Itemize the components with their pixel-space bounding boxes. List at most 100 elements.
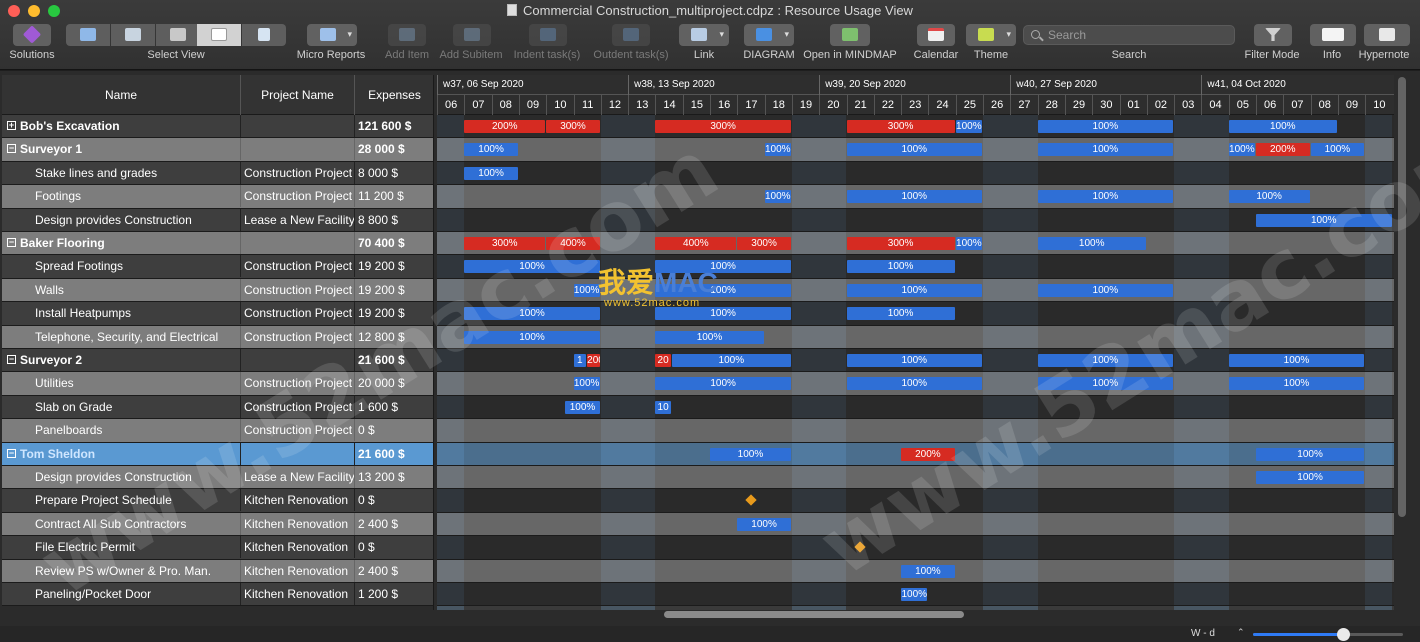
- overallocation-bar[interactable]: 200%: [464, 120, 546, 133]
- row-project-cell[interactable]: [241, 138, 355, 161]
- allocation-bar[interactable]: 100%: [1037, 237, 1146, 250]
- resource-row[interactable]: Surveyor 1− 28 000 $: [2, 138, 433, 162]
- micro-reports-button[interactable]: ▾: [307, 24, 357, 46]
- allocation-bar[interactable]: 100%: [1228, 377, 1365, 391]
- task-row[interactable]: File Electric Permit Kitchen Renovation 0 …: [2, 536, 433, 560]
- add-subitem-button[interactable]: [453, 24, 491, 46]
- row-project-cell[interactable]: Lease a New Facility: [241, 466, 355, 488]
- view-report-button[interactable]: [242, 24, 286, 46]
- zoom-slider-knob[interactable]: [1337, 628, 1350, 641]
- allocation-bar[interactable]: 100%: [1256, 213, 1392, 227]
- allocation-bar[interactable]: 100%: [464, 143, 518, 157]
- task-row[interactable]: Panelboards Construction Project 0 $: [2, 419, 433, 443]
- row-project-cell[interactable]: Construction Project: [241, 372, 355, 395]
- allocation-bar[interactable]: 100%: [846, 260, 955, 274]
- collapse-icon[interactable]: −: [7, 238, 16, 247]
- row-expenses-cell[interactable]: 0 $: [355, 536, 433, 558]
- row-name-cell[interactable]: File Electric Permit: [2, 536, 241, 559]
- row-name-cell[interactable]: Bob's Excavation: [2, 115, 241, 137]
- allocation-bar[interactable]: 100%: [464, 307, 600, 321]
- row-name-cell[interactable]: Design provides Construction: [2, 466, 241, 488]
- collapse-icon[interactable]: −: [7, 448, 16, 458]
- diagram-button[interactable]: ▾: [744, 24, 794, 46]
- allocation-bar[interactable]: 1: [573, 354, 587, 367]
- allocation-bar[interactable]: 100%: [955, 237, 982, 250]
- allocation-bar[interactable]: 100%: [846, 377, 982, 391]
- allocation-bar[interactable]: 100%: [655, 283, 791, 297]
- allocation-bar[interactable]: 100%: [901, 588, 928, 601]
- indent-button[interactable]: [529, 24, 567, 46]
- row-name-cell[interactable]: Stake lines and grades: [2, 161, 241, 184]
- task-row[interactable]: Design provides Construction Lease a New …: [2, 466, 433, 490]
- row-expenses-cell[interactable]: 21 600 $: [355, 443, 433, 465]
- resource-row[interactable]: Tom Sheldon − 21 600 $: [2, 442, 433, 466]
- row-expenses-cell[interactable]: 13 200 $: [355, 466, 433, 488]
- row-project-cell[interactable]: Construction Project: [241, 278, 355, 301]
- overallocation-bar[interactable]: 200%: [901, 447, 955, 461]
- row-name-cell[interactable]: Design provides Construction: [2, 208, 241, 231]
- column-header-name[interactable]: Name: [2, 75, 241, 115]
- resource-row[interactable]: Bob's Excavation +121 600 $: [2, 115, 433, 139]
- view-gantt-button[interactable]: [66, 24, 110, 46]
- task-row[interactable]: Contract All Sub Contractors Kitchen Reno…: [2, 512, 433, 537]
- row-project-cell[interactable]: [241, 232, 355, 254]
- allocation-bar[interactable]: 100%: [655, 330, 764, 344]
- milestone-marker[interactable]: [745, 494, 757, 507]
- overallocation-bar[interactable]: 300%: [737, 237, 791, 250]
- row-expenses-cell[interactable]: 1 200 $: [355, 583, 433, 605]
- allocation-bar[interactable]: 100%: [655, 377, 791, 391]
- allocation-bar[interactable]: 100%: [846, 307, 955, 321]
- solutions-button[interactable]: [13, 24, 51, 46]
- allocation-bar[interactable]: 100%: [573, 283, 600, 297]
- allocation-bar[interactable]: 100%: [1228, 190, 1310, 204]
- allocation-bar[interactable]: 100%: [671, 354, 791, 367]
- row-name-cell[interactable]: Panelboards: [2, 419, 241, 442]
- filter-mode-button[interactable]: [1254, 24, 1292, 46]
- allocation-bar[interactable]: 100%: [710, 447, 791, 461]
- row-expenses-cell[interactable]: 20 000 $: [355, 372, 433, 394]
- row-project-cell[interactable]: Construction Project: [241, 325, 355, 348]
- view-outline-button[interactable]: [111, 24, 155, 46]
- theme-button[interactable]: ▾: [966, 24, 1016, 46]
- allocation-bar[interactable]: 100%: [846, 190, 982, 204]
- allocation-bar[interactable]: 100%: [464, 166, 518, 180]
- row-name-cell[interactable]: Surveyor 2: [2, 349, 241, 371]
- search-input[interactable]: [1048, 27, 1228, 43]
- calendar-button[interactable]: [917, 24, 955, 46]
- allocation-bar[interactable]: 100%: [737, 517, 791, 531]
- allocation-bar[interactable]: 100%: [1037, 283, 1174, 297]
- row-project-cell[interactable]: Kitchen Renovation: [241, 536, 355, 559]
- allocation-bar[interactable]: 100%: [846, 283, 982, 297]
- open-mindmap-button[interactable]: [830, 24, 870, 46]
- task-row[interactable]: Footings Construction Project 11 200 $: [2, 185, 433, 209]
- allocation-bar[interactable]: 10: [655, 400, 671, 414]
- task-row[interactable]: Design provides Construction Lease a New …: [2, 208, 433, 232]
- allocation-bar[interactable]: 100%: [846, 143, 982, 157]
- row-project-cell[interactable]: [241, 442, 355, 465]
- allocation-bar[interactable]: 100%: [1256, 471, 1365, 484]
- row-name-cell[interactable]: Baker Flooring: [2, 232, 241, 254]
- row-expenses-cell[interactable]: 12 800 $: [355, 326, 433, 348]
- row-project-cell[interactable]: Construction Project: [241, 419, 355, 442]
- allocation-bar[interactable]: 100%: [846, 354, 982, 367]
- allocation-bar[interactable]: 100%: [464, 330, 600, 344]
- row-expenses-cell[interactable]: 11 200 $: [355, 185, 433, 207]
- resource-row[interactable]: Surveyor 2− 21 600 $: [2, 349, 433, 373]
- allocation-bar[interactable]: 100%: [1228, 354, 1365, 367]
- row-project-cell[interactable]: Kitchen Renovation: [241, 489, 355, 512]
- row-name-cell[interactable]: Slab on Grade: [2, 395, 241, 418]
- row-project-cell[interactable]: Construction Project: [241, 255, 355, 278]
- allocation-bar[interactable]: 100%: [1228, 120, 1337, 133]
- allocation-bar[interactable]: 100%: [1310, 143, 1365, 157]
- allocation-bar[interactable]: 100%: [901, 564, 955, 578]
- overallocation-bar[interactable]: 300%: [655, 120, 791, 133]
- row-name-cell[interactable]: Review PS w/Owner & Pro. Man.: [2, 559, 241, 582]
- row-project-cell[interactable]: Construction Project: [241, 161, 355, 184]
- row-project-cell[interactable]: Construction Project: [241, 185, 355, 208]
- overallocation-bar[interactable]: 200%: [1256, 143, 1310, 157]
- overallocation-bar[interactable]: 300%: [846, 237, 955, 250]
- link-button[interactable]: ▾: [679, 24, 729, 46]
- row-project-cell[interactable]: Kitchen Renovation: [241, 559, 355, 582]
- expand-icon[interactable]: +: [7, 121, 16, 130]
- overallocation-bar[interactable]: 300%: [464, 237, 546, 250]
